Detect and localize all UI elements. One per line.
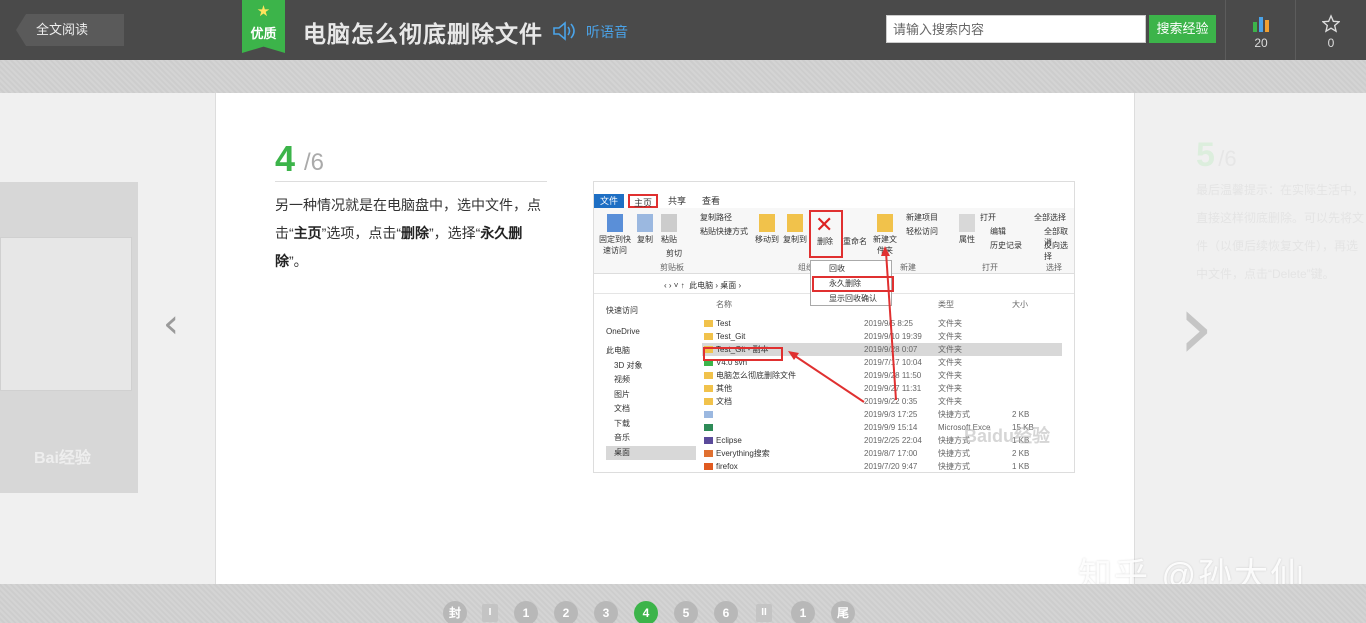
prev-arrow-icon[interactable]: ‹ bbox=[163, 301, 179, 347]
page-title: 电脑怎么彻底删除文件 bbox=[303, 21, 543, 47]
full-read-button[interactable]: 全文阅读 bbox=[16, 14, 124, 46]
step-card: 4 /6 另一种情况就是在电脑盘中，选中文件，点击“主页”选项，点击“删除”，选… bbox=[215, 93, 1135, 584]
step-number: 4 bbox=[275, 138, 296, 179]
image-watermark: Baidu经验 bbox=[964, 426, 1051, 446]
star-icon: ★ bbox=[256, 3, 271, 20]
decorative-strip bbox=[0, 60, 1366, 93]
page-5[interactable]: 5 bbox=[674, 601, 698, 623]
preview-dialog bbox=[0, 237, 132, 391]
text-part: ”选项，点击“ bbox=[321, 225, 401, 241]
step-total: /6 bbox=[304, 149, 325, 176]
quality-badge: ★ 优质 bbox=[242, 0, 285, 53]
page-section-1[interactable]: I bbox=[482, 604, 498, 622]
stats-count: 20 bbox=[1254, 36, 1268, 50]
pagination: 封 I 1 2 3 4 5 6 II 1 尾 bbox=[0, 600, 1366, 623]
step-image[interactable]: 文件 主页 共享 查看 固定到快速访问 复制 粘贴 移动到 复制到 ✕ 删除 重… bbox=[593, 181, 1075, 473]
favorites-count: 0 bbox=[1327, 36, 1335, 50]
next-arrow-icon[interactable]: › bbox=[1178, 275, 1214, 380]
preview-watermark: Bai经验 bbox=[34, 450, 91, 467]
page-4-active[interactable]: 4 bbox=[634, 601, 658, 623]
previous-slide-preview[interactable]: Bai经验 bbox=[0, 182, 138, 493]
search-input[interactable] bbox=[886, 15, 1146, 43]
slide-stage: Bai经验 ‹ 4 /6 另一种情况就是在电脑盘中，选中文件，点击“主页”选项，… bbox=[0, 93, 1366, 595]
speaker-icon[interactable] bbox=[552, 20, 578, 42]
stats-button[interactable]: 20 bbox=[1226, 0, 1296, 60]
listen-link[interactable]: 听语音 bbox=[586, 22, 628, 42]
star-outline-icon bbox=[1322, 14, 1340, 33]
top-bar: 全文阅读 ★ 优质 电脑怎么彻底删除文件 听语音 搜索经验 20 0 bbox=[0, 0, 1366, 60]
text-part: ”。 bbox=[289, 253, 308, 269]
page-2[interactable]: 2 bbox=[554, 601, 578, 623]
page-1[interactable]: 1 bbox=[514, 601, 538, 623]
preview-step-total: /6 bbox=[1218, 146, 1237, 171]
text-bold: 删除 bbox=[401, 225, 429, 241]
bar-chart-icon bbox=[1253, 17, 1269, 32]
page-extra-1[interactable]: 1 bbox=[791, 601, 815, 623]
preview-text: 最后温馨提示：在实际生活中，直接这样彻底删除。可以先将文件（以便后续恢复文件），… bbox=[1196, 183, 1365, 281]
page-6[interactable]: 6 bbox=[714, 601, 738, 623]
favorite-button[interactable]: 0 bbox=[1296, 0, 1366, 60]
step-description: 另一种情况就是在电脑盘中，选中文件，点击“主页”选项，点击“删除”，选择“永久删… bbox=[275, 191, 550, 275]
page-3[interactable]: 3 bbox=[594, 601, 618, 623]
quality-badge-label: 优质 bbox=[250, 26, 277, 41]
page-section-2[interactable]: II bbox=[756, 604, 772, 622]
divider bbox=[275, 181, 547, 182]
page-end[interactable]: 尾 bbox=[831, 601, 855, 623]
text-part: ”，选择“ bbox=[429, 225, 481, 241]
preview-step-number: 5 bbox=[1196, 136, 1215, 174]
text-bold: 主页 bbox=[293, 225, 322, 241]
search-button[interactable]: 搜索经验 bbox=[1149, 15, 1216, 43]
page-cover[interactable]: 封 bbox=[443, 601, 467, 623]
next-slide-preview[interactable]: 5 /6 最后温馨提示：在实际生活中，直接这样彻底删除。可以先将文件（以便后续恢… bbox=[1196, 138, 1366, 288]
